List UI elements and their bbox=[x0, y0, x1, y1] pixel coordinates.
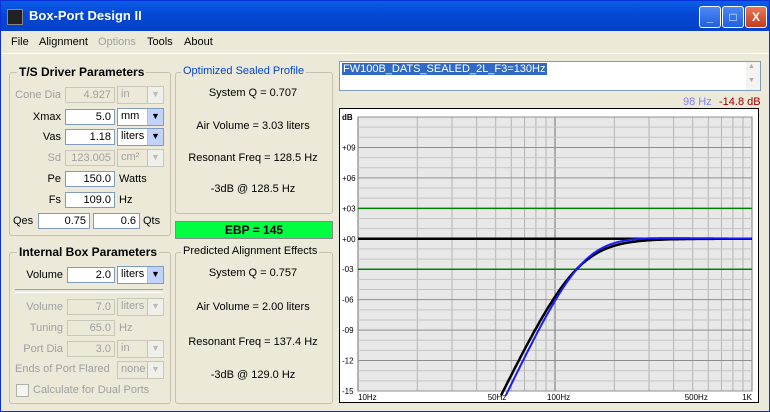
tuning-label: Tuning bbox=[29, 322, 63, 334]
vas-label: Vas bbox=[42, 131, 61, 143]
textbox-scrollbar[interactable]: ▲ ▼ bbox=[746, 62, 760, 90]
menu-options: Options bbox=[98, 36, 136, 48]
menu-file[interactable]: File bbox=[11, 36, 29, 48]
y-tick-label: +00 bbox=[342, 235, 356, 244]
y-axis-label: dB bbox=[342, 113, 353, 122]
chevron-down-icon: ▼ bbox=[147, 129, 163, 145]
app-window: Box-Port Design II _ □ X File Alignment … bbox=[0, 0, 770, 412]
y-tick-label: -12 bbox=[342, 357, 354, 366]
menu-tools[interactable]: Tools bbox=[147, 36, 173, 48]
port-dia-field: 3.0 bbox=[67, 341, 115, 357]
fs-label: Fs bbox=[48, 194, 61, 206]
opt-resonant-freq: Resonant Freq = 128.5 Hz bbox=[188, 152, 318, 164]
qes-field[interactable]: 0.75 bbox=[38, 213, 90, 229]
x-tick-label: 10Hz bbox=[358, 393, 377, 402]
divider bbox=[15, 289, 163, 293]
x-tick-label: 50Hz bbox=[488, 393, 507, 402]
volume-field[interactable]: 2.0 bbox=[67, 267, 115, 283]
tuning-field: 65.0 bbox=[67, 320, 115, 336]
vas-unit-select[interactable]: liters ▼ bbox=[117, 128, 164, 146]
volume2-field: 7.0 bbox=[67, 299, 115, 315]
fs-unit: Hz bbox=[119, 194, 133, 206]
opt-air-volume: Air Volume = 3.03 liters bbox=[196, 120, 310, 132]
cone-dia-label: Cone Dia bbox=[15, 89, 61, 101]
chevron-down-icon: ▼ bbox=[147, 109, 163, 125]
xmax-unit-select[interactable]: mm ▼ bbox=[117, 108, 164, 126]
pe-field[interactable]: 150.0 bbox=[65, 171, 115, 187]
close-button[interactable]: X bbox=[745, 6, 767, 28]
volume-unit-select[interactable]: liters ▼ bbox=[117, 266, 164, 284]
chevron-down-icon: ▼ bbox=[147, 362, 163, 378]
pred-resonant-freq: Resonant Freq = 137.4 Hz bbox=[188, 336, 318, 348]
cursor-db-readout: -14.8 dB bbox=[719, 96, 761, 108]
menu-bar: File Alignment Options Tools About bbox=[1, 31, 769, 54]
volume2-unit-select: liters ▼ bbox=[117, 298, 164, 316]
x-tick-label: 500Hz bbox=[685, 393, 708, 402]
port-dia-label: Port Dia bbox=[23, 343, 63, 355]
port-dia-unit-select: in ▼ bbox=[117, 340, 164, 358]
qts-field[interactable]: 0.6 bbox=[93, 213, 140, 229]
optimized-profile-title: Optimized Sealed Profile bbox=[181, 65, 307, 77]
chevron-down-icon: ▼ bbox=[147, 341, 163, 357]
response-plot: dB +09 +06 +03 +00 -03 -06 -09 -12 -15 10Hz 50Hz 100… bbox=[340, 109, 758, 402]
ts-params-title: T/S Driver Parameters bbox=[17, 65, 147, 79]
chevron-down-icon: ▼ bbox=[147, 299, 163, 315]
pe-label: Pe bbox=[47, 173, 61, 185]
y-tick-label: +03 bbox=[342, 204, 356, 213]
pred-system-q: System Q = 0.757 bbox=[208, 267, 298, 279]
y-tick-label: -03 bbox=[342, 265, 354, 274]
cursor-freq-readout: 98 Hz bbox=[683, 96, 712, 108]
x-tick-label: 100Hz bbox=[547, 393, 570, 402]
ends-flared-select: none ▼ bbox=[117, 361, 164, 379]
chevron-down-icon: ▼ bbox=[147, 87, 163, 103]
chevron-down-icon: ▼ bbox=[147, 267, 163, 283]
sd-label: Sd bbox=[47, 152, 61, 164]
sd-field: 123.005 bbox=[65, 150, 115, 166]
fs-field[interactable]: 109.0 bbox=[65, 192, 115, 208]
predicted-effects-title: Predicted Alignment Effects bbox=[181, 245, 320, 257]
minimize-button[interactable]: _ bbox=[699, 6, 721, 28]
pe-unit: Watts bbox=[119, 173, 147, 185]
cone-dia-field: 4.927 bbox=[65, 87, 115, 103]
ebp-indicator: EBP = 145 bbox=[175, 221, 333, 239]
xmax-field[interactable]: 5.0 bbox=[65, 109, 115, 125]
y-tick-label: +06 bbox=[342, 174, 356, 183]
maximize-button[interactable]: □ bbox=[722, 6, 744, 28]
tuning-unit: Hz bbox=[119, 322, 133, 334]
menu-alignment[interactable]: Alignment bbox=[39, 36, 88, 48]
volume-label: Volume bbox=[26, 269, 63, 281]
cone-dia-unit-select: in ▼ bbox=[117, 86, 164, 104]
frequency-response-chart[interactable]: dB +09 +06 +03 +00 -03 -06 -09 -12 -15 10Hz 50Hz 100… bbox=[339, 108, 759, 403]
opt-minus3db: -3dB @ 128.5 Hz bbox=[210, 183, 296, 195]
app-icon bbox=[7, 9, 23, 25]
window-title: Box-Port Design II bbox=[29, 8, 142, 23]
x-tick-label: 1K bbox=[742, 393, 752, 402]
menu-about[interactable]: About bbox=[184, 36, 213, 48]
dual-ports-label: Calculate for Dual Ports bbox=[33, 384, 150, 396]
chevron-down-icon: ▼ bbox=[147, 150, 163, 166]
box-params-title: Internal Box Parameters bbox=[17, 245, 160, 259]
title-bar[interactable]: Box-Port Design II _ □ X bbox=[1, 1, 769, 31]
y-tick-label: -06 bbox=[342, 296, 354, 305]
opt-system-q: System Q = 0.707 bbox=[208, 87, 298, 99]
sd-unit-select: cm² ▼ bbox=[117, 149, 164, 167]
xmax-label: Xmax bbox=[32, 111, 61, 123]
vas-field[interactable]: 1.18 bbox=[65, 129, 115, 145]
pred-minus3db: -3dB @ 129.0 Hz bbox=[210, 369, 296, 381]
volume2-label: Volume bbox=[26, 301, 63, 313]
y-tick-label: -09 bbox=[342, 326, 354, 335]
y-tick-label: -15 bbox=[342, 387, 354, 396]
qts-label: Qts bbox=[143, 215, 161, 227]
pred-air-volume: Air Volume = 2.00 liters bbox=[196, 301, 310, 313]
ends-flared-label: Ends of Port Flared bbox=[15, 363, 110, 375]
dual-ports-checkbox bbox=[16, 384, 29, 397]
y-tick-label: +09 bbox=[342, 143, 356, 152]
design-name-textbox[interactable]: FW100B_DATS_SEALED_2L_F3=130Hz ▲ ▼ bbox=[339, 61, 761, 91]
design-name-text[interactable]: FW100B_DATS_SEALED_2L_F3=130Hz bbox=[342, 63, 547, 75]
qes-label: Qes bbox=[13, 215, 34, 227]
